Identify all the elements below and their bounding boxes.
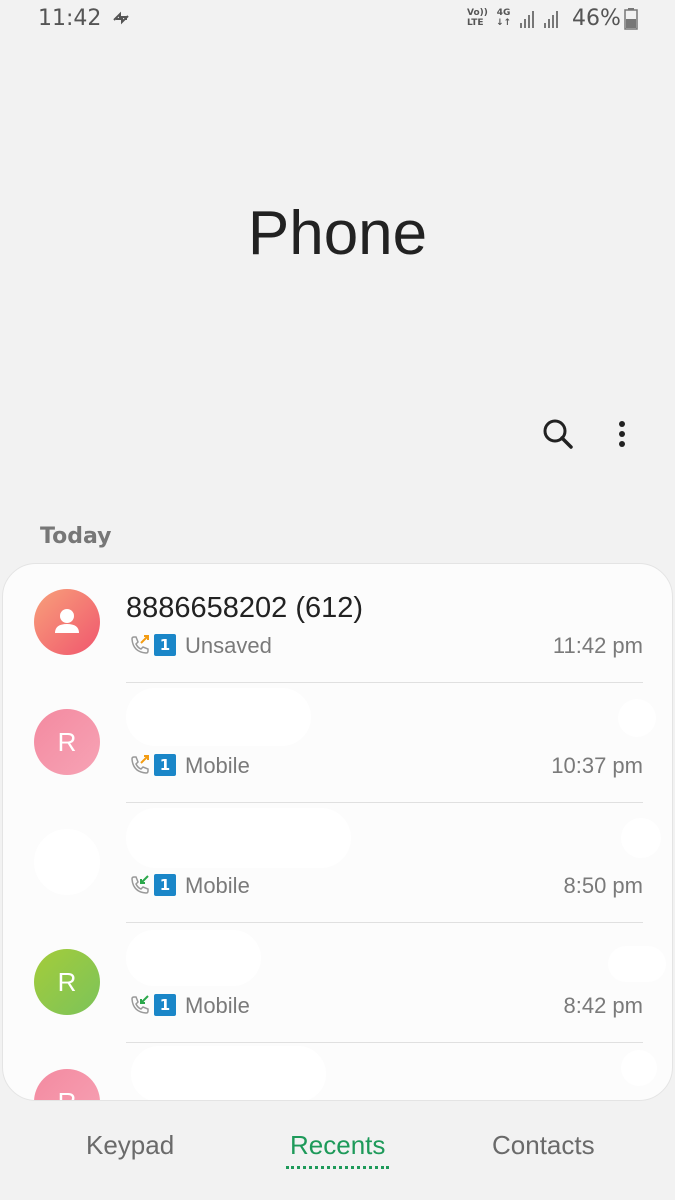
- tab-contacts[interactable]: Contacts: [492, 1130, 595, 1161]
- redacted-caller-name: [126, 688, 311, 746]
- outgoing-call-icon: [129, 754, 151, 776]
- search-icon: [543, 419, 573, 449]
- avatar: R: [34, 949, 100, 1015]
- call-time: 10:37 pm: [551, 753, 643, 778]
- person-icon: [55, 609, 79, 633]
- sim1-badge: 1: [154, 994, 176, 1016]
- outgoing-call-icon: [129, 634, 151, 656]
- call-log-row[interactable]: 8886658202 (612) 1 Unsaved 11:42 pm: [3, 564, 672, 684]
- sim1-badge: 1: [154, 874, 176, 896]
- battery-percent: 46%: [572, 6, 621, 31]
- active-tab-indicator: [286, 1166, 389, 1169]
- search-button[interactable]: [540, 416, 576, 452]
- page-title: Phone: [247, 199, 428, 268]
- divider: [126, 802, 643, 803]
- incoming-call-icon: [129, 994, 151, 1016]
- call-time: 8:50 pm: [563, 873, 644, 898]
- battery-icon: [624, 8, 638, 34]
- redacted-mark: [608, 946, 666, 982]
- more-options-button[interactable]: [610, 416, 634, 452]
- call-time: 11:42 pm: [552, 633, 643, 658]
- number-type-label: Unsaved: [185, 633, 272, 658]
- redacted-caller-name: [126, 808, 351, 868]
- status-time: 11:42: [38, 6, 102, 31]
- avatar: [34, 589, 100, 655]
- more-vert-icon: [619, 421, 625, 447]
- caller-name: 8886658202 (612): [126, 592, 364, 624]
- signal-sim2-icon: [542, 9, 562, 33]
- avatar: R: [34, 1069, 100, 1100]
- avatar: R: [34, 709, 100, 775]
- divider: [126, 682, 643, 683]
- network-type-indicator: 4G ↓↑: [496, 8, 512, 28]
- call-log-row[interactable]: R 1 Mobile 10:37 pm: [3, 684, 672, 804]
- tab-recents[interactable]: Recents: [290, 1130, 385, 1161]
- sim1-badge: 1: [154, 754, 176, 776]
- redacted-mark: [618, 699, 656, 737]
- sim1-badge: 1: [154, 634, 176, 656]
- redacted-caller-name: [126, 930, 261, 986]
- recent-calls-list: 8886658202 (612) 1 Unsaved 11:42 pm R 1 …: [2, 563, 673, 1101]
- call-log-row[interactable]: 1 Mobile 8:50 pm: [3, 804, 672, 924]
- incoming-call-icon: [129, 874, 151, 896]
- divider: [126, 922, 643, 923]
- volte-indicator: Vo)) LTE: [467, 8, 488, 28]
- number-type-label: Mobile: [185, 993, 250, 1018]
- call-log-row[interactable]: R: [3, 1044, 672, 1100]
- redacted-mark: [621, 1050, 657, 1086]
- call-time: 8:42 pm: [563, 993, 644, 1018]
- divider: [126, 1042, 643, 1043]
- number-type-label: Mobile: [185, 873, 250, 898]
- tab-keypad[interactable]: Keypad: [86, 1130, 174, 1161]
- signal-sim1-icon: [518, 9, 538, 33]
- status-bar: 11:42 Vo)) LTE 4G ↓↑ 46%: [0, 0, 675, 42]
- redacted-mark: [621, 818, 661, 858]
- call-log-row[interactable]: R 1 Mobile 8:42 pm: [3, 924, 672, 1044]
- redacted-caller-name: [131, 1046, 326, 1100]
- number-type-label: Mobile: [185, 753, 250, 778]
- data-sync-icon: [110, 8, 132, 32]
- avatar: [34, 829, 100, 895]
- section-header-today: Today: [40, 524, 112, 549]
